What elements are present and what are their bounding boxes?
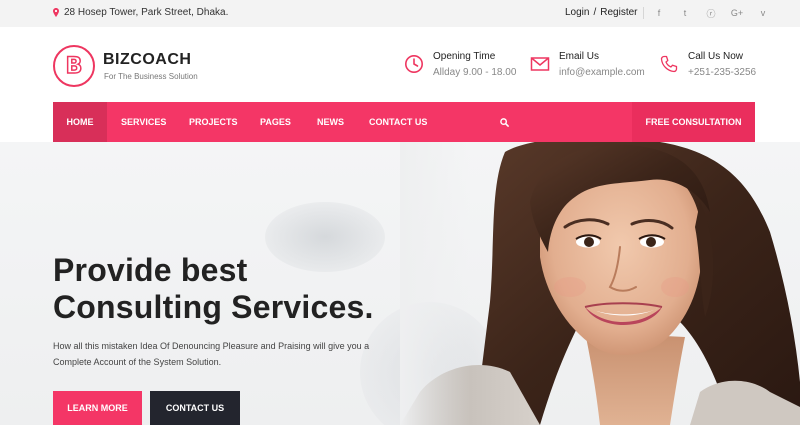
nav-item-news[interactable]: NEWS <box>317 102 344 142</box>
address-text: 28 Hosep Tower, Park Street, Dhaka. <box>64 7 229 18</box>
register-link[interactable]: Register <box>600 7 637 18</box>
search-icon <box>499 117 509 127</box>
nav-item-projects[interactable]: PROJECTS <box>189 102 238 142</box>
hero-headline-line2: Consulting Services. <box>53 289 374 325</box>
opening-time-title: Opening Time <box>433 51 496 62</box>
opening-time-value: Allday 9.00 - 18.00 <box>433 67 517 78</box>
contact-us-button[interactable]: CONTACT US <box>150 391 240 425</box>
hero-headline-line1: Provide best <box>53 252 248 288</box>
rss-icon[interactable]: ⓡ <box>705 6 717 20</box>
twitter-icon[interactable]: t <box>679 6 691 20</box>
login-link[interactable]: Login <box>565 7 589 18</box>
hero-banner: Provide best Consulting Services. How al… <box>0 142 800 425</box>
learn-more-button[interactable]: LEARN MORE <box>53 391 142 425</box>
call-info: Call Us Now +251-235-3256 <box>659 51 756 78</box>
logo-letter: B <box>65 53 83 80</box>
clock-icon <box>405 55 423 73</box>
search-button[interactable] <box>498 102 510 142</box>
nav-item-services[interactable]: SERVICES <box>121 102 166 142</box>
main-navigation: HOME SERVICES PROJECTS PAGES NEWS CONTAC… <box>53 102 755 142</box>
hero-headline: Provide best Consulting Services. <box>53 252 374 326</box>
top-bar: 28 Hosep Tower, Park Street, Dhaka. Logi… <box>0 0 800 27</box>
call-value[interactable]: +251-235-3256 <box>688 67 756 78</box>
free-consultation-button[interactable]: FREE CONSULTATION <box>632 102 755 142</box>
email-value[interactable]: info@example.com <box>559 67 645 78</box>
email-title: Email Us <box>559 51 600 62</box>
hero-woman-image <box>400 142 800 425</box>
phone-icon <box>660 55 678 73</box>
vimeo-icon[interactable]: v <box>757 6 769 20</box>
google-plus-icon[interactable]: G+ <box>731 6 743 20</box>
envelope-icon <box>530 57 550 71</box>
email-info: Email Us info@example.com <box>530 51 645 78</box>
logo-icon[interactable]: B <box>53 45 95 87</box>
nav-item-contact-us[interactable]: CONTACT US <box>369 102 427 142</box>
opening-time-info: Opening Time Allday 9.00 - 18.00 <box>404 51 516 78</box>
map-pin-icon <box>53 8 59 17</box>
hero-description: How all this mistaken Idea Of Denouncing… <box>53 341 370 367</box>
nav-item-pages[interactable]: PAGES <box>260 102 291 142</box>
topbar-divider <box>643 7 644 19</box>
facebook-icon[interactable]: f <box>653 6 665 20</box>
call-title: Call Us Now <box>688 51 744 62</box>
account-links: Login / Register <box>565 7 638 18</box>
login-separator: / <box>593 7 597 18</box>
site-header: B BIZCOACH For The Business Solution Ope… <box>0 27 800 102</box>
social-links: f t ⓡ G+ v <box>653 6 769 20</box>
address: 28 Hosep Tower, Park Street, Dhaka. <box>53 7 228 18</box>
nav-item-home[interactable]: HOME <box>53 102 107 142</box>
brand-tagline: For The Business Solution <box>104 72 198 81</box>
brand-name[interactable]: BIZCOACH <box>103 51 191 69</box>
